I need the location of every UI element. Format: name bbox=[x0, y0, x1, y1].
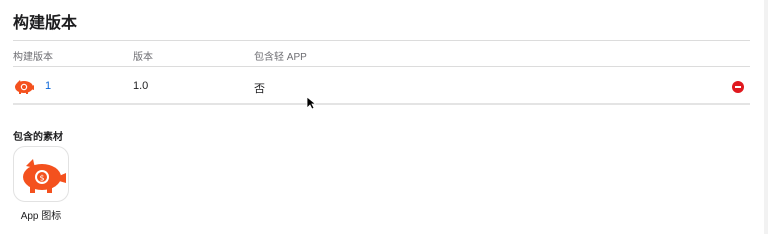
section-title: 构建版本 bbox=[13, 15, 78, 32]
column-header-version: 版本 bbox=[133, 52, 153, 63]
version-value: 1.0 bbox=[133, 80, 149, 92]
window-edge bbox=[764, 0, 768, 234]
piggy-bank-icon bbox=[13, 78, 35, 94]
piggy-bank-icon: $ bbox=[23, 159, 66, 193]
svg-text:$: $ bbox=[39, 174, 44, 183]
row-divider bbox=[13, 103, 750, 105]
app-clip-value: 否 bbox=[254, 83, 265, 95]
app-icon-label: App 图标 bbox=[20, 211, 62, 222]
table-row: 1 1.0 否 bbox=[13, 70, 753, 102]
column-header-app-clip: 包含轻 APP bbox=[254, 52, 307, 63]
mouse-cursor-icon bbox=[306, 96, 316, 110]
app-icon-thumbnail[interactable]: $ bbox=[13, 146, 69, 202]
assets-title: 包含的素材 bbox=[13, 132, 63, 143]
column-header-build: 构建版本 bbox=[13, 52, 53, 63]
header-divider bbox=[13, 66, 750, 67]
build-number-link[interactable]: 1 bbox=[45, 80, 51, 92]
section-divider bbox=[13, 40, 750, 41]
remove-build-button[interactable] bbox=[732, 81, 744, 93]
